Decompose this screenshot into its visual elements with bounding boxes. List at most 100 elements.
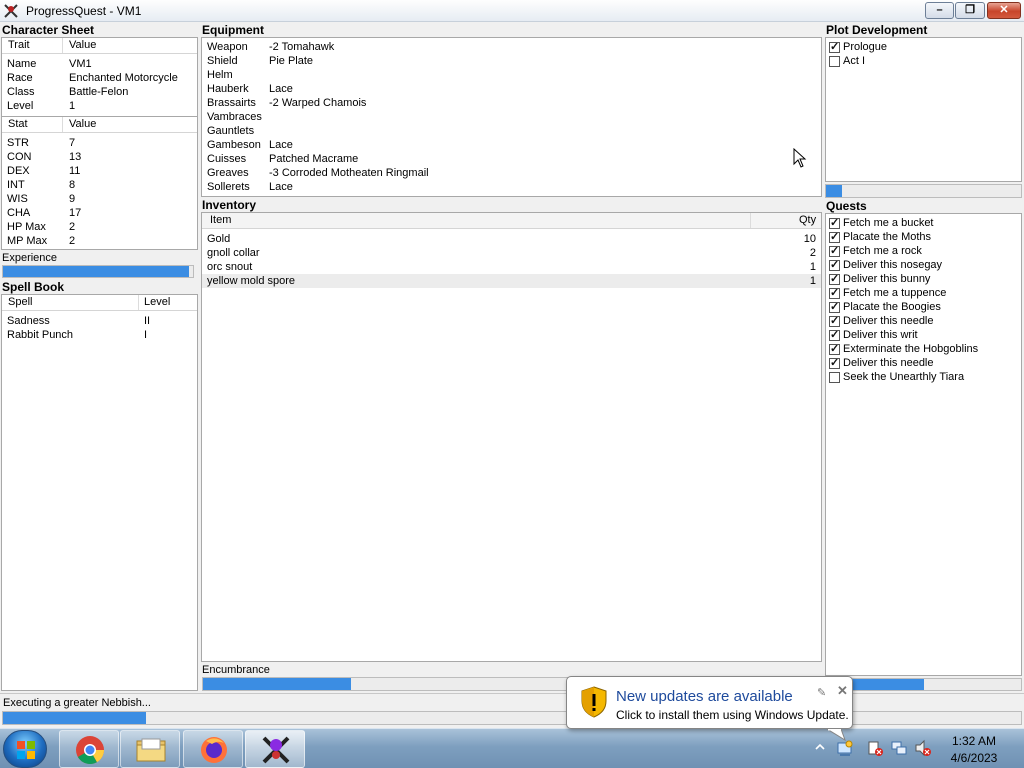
equipment-row[interactable]: Greaves -3 Corroded Motheaten Ringmail <box>202 166 821 180</box>
value-column-header[interactable]: Value <box>69 39 96 51</box>
quest-checkbox[interactable] <box>829 356 840 369</box>
trait-row[interactable]: Name VM1 <box>2 57 197 71</box>
stat-name: WIS <box>7 193 28 205</box>
equipment-row[interactable]: Cuisses Patched Macrame <box>202 152 821 166</box>
plot-act-label[interactable]: Act I <box>843 55 865 67</box>
stats-list[interactable]: Stat Value STR 7 CON 13 DEX 11 INT 8 WIS 9 CHA 17 HP… <box>1 116 198 250</box>
quest-checkbox[interactable] <box>829 300 840 313</box>
quest-checkbox[interactable] <box>829 314 840 327</box>
equipment-slot: Gauntlets <box>207 125 255 137</box>
taskbar-firefox-button[interactable] <box>183 730 243 768</box>
notification-close-button[interactable]: ✕ <box>837 683 848 699</box>
stat-row[interactable]: CON 13 <box>2 150 197 164</box>
spell-row[interactable]: Rabbit Punch I <box>2 328 197 342</box>
clock-time[interactable]: 1:32 AM <box>944 734 1004 748</box>
stat-row[interactable]: WIS 9 <box>2 192 197 206</box>
network-icon[interactable] <box>890 739 908 757</box>
quest-label[interactable]: Deliver this bunny <box>843 273 930 285</box>
clock-date[interactable]: 4/6/2023 <box>944 751 1004 765</box>
quest-label[interactable]: Seek the Unearthly Tiara <box>843 371 964 383</box>
quest-checkbox[interactable] <box>829 372 840 383</box>
quest-checkbox[interactable] <box>829 230 840 243</box>
quest-label[interactable]: Placate the Moths <box>843 231 931 243</box>
spell-name: Sadness <box>7 315 50 327</box>
stat-value: 7 <box>69 137 76 149</box>
window-title-bar[interactable]: ProgressQuest - VM1 – ❐ ✕ <box>0 0 1024 22</box>
inventory-item-qty: 1 <box>809 275 816 287</box>
quest-label[interactable]: Fetch me a rock <box>843 245 922 257</box>
equipment-row[interactable]: Weapon -2 Tomahawk <box>202 40 821 54</box>
volume-muted-icon[interactable] <box>914 739 932 757</box>
equipment-row[interactable]: Sollerets Lace <box>202 180 821 194</box>
stat-row[interactable]: INT 8 <box>2 178 197 192</box>
item-column-header[interactable]: Item <box>210 214 231 226</box>
stat-row[interactable]: DEX 11 <box>2 164 197 178</box>
windows-update-tray-icon[interactable] <box>836 739 854 757</box>
pin-icon[interactable]: ✎ <box>817 686 826 699</box>
close-button[interactable]: ✕ <box>987 2 1021 19</box>
show-hidden-icons-icon[interactable] <box>814 741 826 753</box>
quest-label[interactable]: Exterminate the Hobgoblins <box>843 343 978 355</box>
stat-column-header[interactable]: Stat <box>8 118 28 130</box>
stat-row[interactable]: HP Max 2 <box>2 220 197 234</box>
inventory-row[interactable]: Gold 10 <box>202 232 821 246</box>
quest-label[interactable]: Deliver this nosegay <box>843 259 942 271</box>
plot-act-label[interactable]: Prologue <box>843 41 887 53</box>
minimize-button[interactable]: – <box>925 2 954 19</box>
plot-act-checkbox[interactable] <box>829 40 840 53</box>
value-column-header[interactable]: Value <box>69 118 96 130</box>
quest-label[interactable]: Deliver this writ <box>843 329 918 341</box>
equipment-list[interactable]: Weapon -2 Tomahawk Shield Pie Plate Helm Haub… <box>201 37 822 197</box>
quest-checkbox[interactable] <box>829 258 840 271</box>
quest-label[interactable]: Deliver this needle <box>843 357 934 369</box>
equipment-row[interactable]: Shield Pie Plate <box>202 54 821 68</box>
maximize-button[interactable]: ❐ <box>955 2 985 19</box>
trait-row[interactable]: Level 1 <box>2 99 197 113</box>
quest-checkbox[interactable] <box>829 244 840 257</box>
quest-label[interactable]: Placate the Boogies <box>843 301 941 313</box>
qty-column-header[interactable]: Qty <box>799 214 816 226</box>
inventory-row[interactable]: yellow mold spore 1 <box>202 274 821 288</box>
spell-row[interactable]: Sadness II <box>2 314 197 328</box>
inventory-item-name: Gold <box>207 233 231 245</box>
traits-list[interactable]: Trait Value Name VM1 Race Enchanted Motorcy… <box>1 37 198 117</box>
equipment-row[interactable]: Vambraces <box>202 110 821 124</box>
spell-column-header[interactable]: Spell <box>8 296 32 308</box>
warning-shield-icon <box>581 686 607 718</box>
taskbar-progressquest-button[interactable] <box>245 730 305 768</box>
quest-checkbox[interactable] <box>829 272 840 285</box>
spell-book-list[interactable]: Spell Level Sadness II Rabbit Punch I <box>1 294 198 691</box>
quest-checkbox[interactable] <box>829 342 840 355</box>
trait-row[interactable]: Race Enchanted Motorcycle <box>2 71 197 85</box>
taskbar-explorer-button[interactable] <box>120 730 180 768</box>
stat-row[interactable]: CHA 17 <box>2 206 197 220</box>
taskbar-chrome-button[interactable] <box>59 730 119 768</box>
inventory-row[interactable]: gnoll collar 2 <box>202 246 821 260</box>
trait-column-header[interactable]: Trait <box>8 39 30 51</box>
equipment-row[interactable]: Gambeson Lace <box>202 138 821 152</box>
quest-checkbox[interactable] <box>829 328 840 341</box>
plot-development-list[interactable]: Prologue Act I <box>825 37 1022 182</box>
equipment-row[interactable]: Helm <box>202 68 821 82</box>
trait-row[interactable]: Class Battle-Felon <box>2 85 197 99</box>
action-center-icon[interactable] <box>866 739 884 757</box>
quest-checkbox[interactable] <box>829 286 840 299</box>
equipment-row[interactable]: Brassairts -2 Warped Chamois <box>202 96 821 110</box>
inventory-row[interactable]: orc snout 1 <box>202 260 821 274</box>
equipment-row[interactable]: Gauntlets <box>202 124 821 138</box>
start-button[interactable] <box>3 730 47 768</box>
stat-row[interactable]: MP Max 2 <box>2 234 197 248</box>
windows-update-notification[interactable]: New updates are available Click to insta… <box>566 676 853 741</box>
quest-label[interactable]: Deliver this needle <box>843 315 934 327</box>
quests-list[interactable]: Fetch me a bucket Placate the Moths Fetch … <box>825 213 1022 676</box>
inventory-list[interactable]: Item Qty Gold 10 gnoll collar 2 orc snout 1 ye… <box>201 212 822 662</box>
taskbar <box>0 728 1024 768</box>
stat-row[interactable]: STR 7 <box>2 136 197 150</box>
quest-checkbox[interactable] <box>829 216 840 229</box>
level-column-header[interactable]: Level <box>144 296 170 308</box>
quest-label[interactable]: Fetch me a bucket <box>843 217 934 229</box>
plot-act-checkbox[interactable] <box>829 56 840 67</box>
equipment-row[interactable]: Hauberk Lace <box>202 82 821 96</box>
quest-label[interactable]: Fetch me a tuppence <box>843 287 946 299</box>
plot-progress-fill <box>826 185 842 197</box>
